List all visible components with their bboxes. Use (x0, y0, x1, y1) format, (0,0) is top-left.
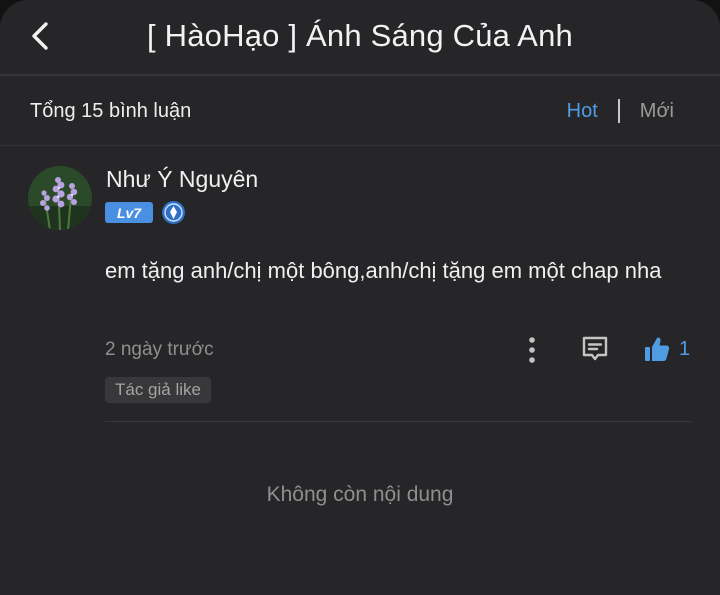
sort-divider (0, 145, 720, 146)
sort-hot-tab[interactable]: Hot (567, 100, 598, 123)
comment-text: em tặng anh/chị một bông,anh/chị tặng em… (105, 258, 662, 283)
avatar[interactable] (28, 166, 92, 230)
comments-sheet: [ HàoHạo ] Ánh Sáng Của Anh Tổng 15 bình… (0, 0, 720, 595)
sort-separator (617, 99, 620, 123)
author-liked-tag: Tác giả like (105, 377, 211, 403)
header-divider (0, 74, 720, 76)
like-button[interactable]: 1 (643, 334, 690, 364)
chevron-left-icon (32, 22, 48, 50)
thumbs-up-icon (645, 337, 670, 361)
avatar-flower-image (28, 166, 92, 230)
username[interactable]: Như Ý Nguyên (106, 166, 258, 193)
more-options-icon[interactable] (522, 336, 542, 364)
end-of-content-message: Không còn nội dung (266, 483, 454, 506)
level-badge: Lv7 (105, 202, 153, 223)
comment-time: 2 ngày trước (105, 339, 214, 360)
header: [ HàoHạo ] Ánh Sáng Của Anh (0, 0, 720, 76)
reply-icon[interactable] (580, 334, 610, 364)
comment-divider (105, 421, 691, 422)
diamond-badge-icon (162, 201, 185, 224)
page-title: [ HàoHạo ] Ánh Sáng Của Anh (147, 18, 573, 53)
sort-new-tab[interactable]: Mới (640, 100, 674, 123)
back-button[interactable] (18, 14, 62, 58)
like-count: 1 (679, 337, 691, 360)
comment-count: Tổng 15 bình luận (30, 100, 192, 122)
sort-switcher: Hot Mới (567, 99, 674, 123)
